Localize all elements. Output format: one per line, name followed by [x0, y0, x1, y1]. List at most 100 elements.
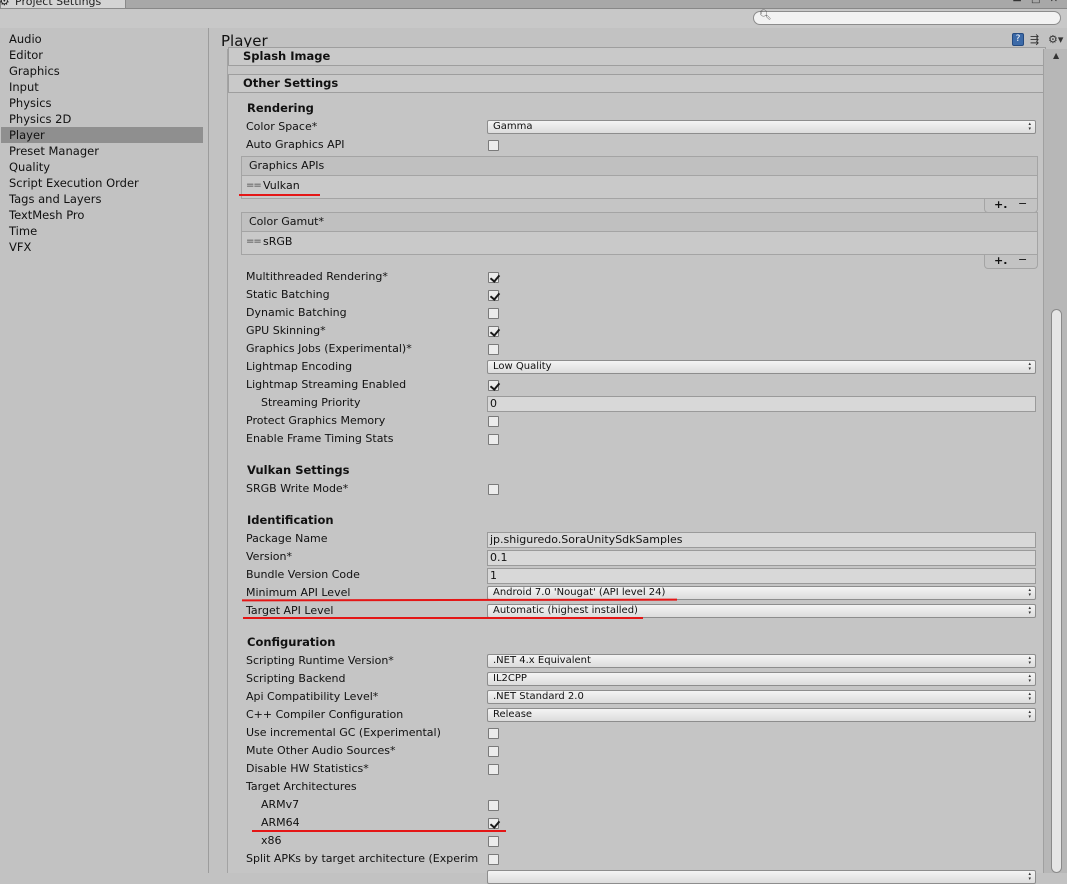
api-compatibility-label: Api Compatibility Level* [246, 690, 379, 703]
scripting-runtime-dropdown[interactable]: .NET 4.x Equivalent [487, 654, 1036, 668]
disable-hw-stats-checkbox[interactable] [488, 764, 499, 775]
annotation-underline-vulkan [239, 194, 320, 196]
target-api-level-dropdown[interactable]: Automatic (highest installed) [487, 604, 1036, 618]
color-space-label: Color Space* [246, 120, 318, 133]
scripting-backend-label: Scripting Backend [246, 672, 346, 685]
arm64-checkbox[interactable] [488, 818, 499, 829]
lightmap-streaming-checkbox[interactable] [488, 380, 499, 391]
streaming-priority-label: Streaming Priority [261, 396, 361, 409]
search-box[interactable]: 🔍︎ [753, 10, 1061, 25]
scroll-up-arrow-icon[interactable]: ▲ [1053, 51, 1059, 60]
sidebar-item-preset-manager[interactable]: Preset Manager [1, 143, 203, 159]
scrollbar-thumb[interactable] [1051, 309, 1062, 873]
color-gamut-list: == sRGB [241, 232, 1038, 255]
color-gamut-item[interactable]: sRGB [263, 235, 292, 248]
disable-hw-stats-label: Disable HW Statistics* [246, 762, 369, 775]
sidebar-item-player[interactable]: Player [1, 127, 203, 143]
split-apks-checkbox[interactable] [488, 854, 499, 865]
dynamic-batching-label: Dynamic Batching [246, 306, 347, 319]
frame-timing-stats-checkbox[interactable] [488, 434, 499, 445]
protect-graphics-memory-checkbox[interactable] [488, 416, 499, 427]
sidebar-item-input[interactable]: Input [1, 79, 203, 95]
remove-graphics-api-button[interactable]: − [1018, 197, 1027, 210]
window-controls[interactable]: ▬ □ ✕ [1012, 0, 1061, 5]
sidebar-item-quality[interactable]: Quality [1, 159, 203, 175]
sidebar-item-vfx[interactable]: VFX [1, 239, 203, 255]
mute-audio-checkbox[interactable] [488, 746, 499, 757]
incremental-gc-label: Use incremental GC (Experimental) [246, 726, 441, 739]
help-icon[interactable]: ? [1012, 33, 1024, 46]
api-compatibility-dropdown[interactable]: .NET Standard 2.0 [487, 690, 1036, 704]
gear-icon[interactable]: ⚙▾ [1048, 33, 1063, 46]
lightmap-encoding-dropdown[interactable]: Low Quality [487, 360, 1036, 374]
armv7-checkbox[interactable] [488, 800, 499, 811]
sidebar-item-editor[interactable]: Editor [1, 47, 203, 63]
streaming-priority-field[interactable]: 0 [487, 396, 1036, 412]
bundle-version-code-label: Bundle Version Code [246, 568, 360, 581]
sidebar-item-textmesh-pro[interactable]: TextMesh Pro [1, 207, 203, 223]
search-icon: 🔍︎ [759, 10, 772, 21]
rendering-heading: Rendering [247, 101, 314, 115]
dynamic-batching-checkbox[interactable] [488, 308, 499, 319]
multithreaded-rendering-checkbox[interactable] [488, 272, 499, 283]
frame-timing-stats-label: Enable Frame Timing Stats [246, 432, 394, 445]
sidebar-item-physics-2d[interactable]: Physics 2D [1, 111, 203, 127]
graphics-jobs-label: Graphics Jobs (Experimental)* [246, 342, 412, 355]
presets-sliders-icon[interactable]: ⇶ [1030, 33, 1039, 46]
armv7-label: ARMv7 [261, 798, 300, 811]
cpp-compiler-config-dropdown[interactable]: Release [487, 708, 1036, 722]
section-other-settings[interactable]: Other Settings [228, 74, 1046, 93]
graphics-apis-list-footer: +. − [984, 197, 1038, 213]
sidebar-item-tags-and-layers[interactable]: Tags and Layers [1, 191, 203, 207]
gpu-skinning-checkbox[interactable] [488, 326, 499, 337]
search-input[interactable] [772, 12, 1052, 24]
vertical-scrollbar[interactable]: ▲ [1043, 49, 1067, 873]
arm64-label: ARM64 [261, 816, 300, 829]
settings-gear-icon: ⚙ [0, 0, 10, 8]
annotation-underline-target-api [243, 617, 643, 619]
add-graphics-api-button[interactable]: +. [994, 198, 1007, 211]
window-title-bar: ⚙ Project Settings ▬ □ ✕ [0, 0, 1067, 9]
version-field[interactable]: 0.1 [487, 550, 1036, 566]
window-tab[interactable]: ⚙ Project Settings [0, 0, 126, 9]
protect-graphics-memory-label: Protect Graphics Memory [246, 414, 386, 427]
drag-handle-icon[interactable]: == [246, 236, 262, 247]
incremental-gc-checkbox[interactable] [488, 728, 499, 739]
color-space-dropdown[interactable]: Gamma [487, 120, 1036, 134]
srgb-write-mode-label: SRGB Write Mode* [246, 482, 349, 495]
settings-sidebar: Audio Editor Graphics Input Physics Phys… [0, 28, 209, 873]
auto-graphics-api-label: Auto Graphics API [246, 138, 345, 151]
header-icons: ? ⇶ ⚙▾ [1012, 33, 1064, 47]
sidebar-item-physics[interactable]: Physics [1, 95, 203, 111]
bundle-version-code-field[interactable]: 1 [487, 568, 1036, 584]
target-architectures-label: Target Architectures [246, 780, 357, 793]
sidebar-item-time[interactable]: Time [1, 223, 203, 239]
auto-graphics-api-checkbox[interactable] [488, 140, 499, 151]
static-batching-checkbox[interactable] [488, 290, 499, 301]
sidebar-item-script-execution-order[interactable]: Script Execution Order [1, 175, 203, 191]
add-color-gamut-button[interactable]: +. [994, 254, 1007, 267]
srgb-write-mode-checkbox[interactable] [488, 484, 499, 495]
section-splash-image[interactable]: Splash Image [228, 47, 1046, 66]
remove-color-gamut-button[interactable]: − [1018, 253, 1027, 266]
next-setting-dropdown[interactable] [487, 870, 1036, 884]
scripting-backend-dropdown[interactable]: IL2CPP [487, 672, 1036, 686]
identification-heading: Identification [247, 513, 334, 527]
graphics-apis-list: == Vulkan [241, 176, 1038, 199]
multithreaded-rendering-label: Multithreaded Rendering* [246, 270, 388, 283]
graphics-jobs-checkbox[interactable] [488, 344, 499, 355]
configuration-heading: Configuration [247, 635, 336, 649]
mute-audio-label: Mute Other Audio Sources* [246, 744, 396, 757]
x86-checkbox[interactable] [488, 836, 499, 847]
annotation-underline-arm64 [252, 830, 506, 832]
gpu-skinning-label: GPU Skinning* [246, 324, 326, 337]
package-name-label: Package Name [246, 532, 328, 545]
cpp-compiler-config-label: C++ Compiler Configuration [246, 708, 404, 721]
version-label: Version* [246, 550, 292, 563]
package-name-field[interactable]: jp.shiguredo.SoraUnitySdkSamples [487, 532, 1036, 548]
sidebar-item-graphics[interactable]: Graphics [1, 63, 203, 79]
settings-toolbar: 🔍︎ [0, 9, 1067, 28]
graphics-api-item[interactable]: Vulkan [263, 179, 300, 192]
sidebar-item-audio[interactable]: Audio [1, 31, 203, 47]
drag-handle-icon[interactable]: == [246, 180, 262, 191]
